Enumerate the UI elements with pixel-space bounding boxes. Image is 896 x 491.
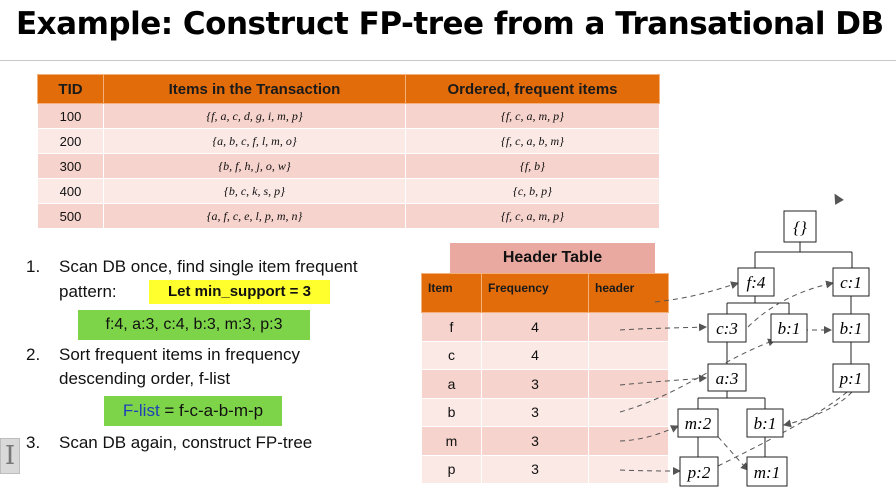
tree-node: m:1	[746, 456, 788, 487]
node-label: {}	[793, 218, 807, 237]
node-label: b:1	[778, 319, 801, 338]
tree-node: p:2	[679, 456, 719, 487]
link-b1-b1-lower	[783, 391, 853, 428]
node-label: b:1	[754, 414, 777, 433]
fp-tree-diagram: {} f:4 c:1 c:3 b:1 b:1 a:3 p:1 m:2 b:1 p…	[619, 210, 870, 487]
link-header-a	[619, 374, 707, 386]
tree-node: a:3	[707, 363, 747, 392]
tree-node: b:1	[770, 313, 808, 343]
tree-node: c:1	[832, 267, 870, 297]
tree-node: b:1	[832, 313, 870, 343]
node-label: c:1	[840, 273, 862, 292]
node-label: b:1	[840, 319, 863, 338]
tree-node: p:1	[832, 363, 870, 393]
link-p2-p1	[717, 383, 857, 467]
node-label: f:4	[747, 273, 766, 292]
link-header-c	[619, 323, 707, 332]
node-label: c:3	[716, 319, 738, 338]
link-header-m	[619, 425, 679, 442]
node-label: m:1	[754, 463, 780, 482]
node-label: m:2	[685, 414, 712, 433]
tree-node: f:4	[737, 267, 775, 297]
tree-node: b:1	[746, 408, 784, 438]
node-label: a:3	[716, 369, 739, 388]
node-label: p:1	[839, 369, 863, 388]
tree-node: m:2	[677, 408, 719, 438]
node-label: p:2	[687, 463, 711, 482]
link-header-p	[619, 466, 681, 475]
tree-node-root: {}	[783, 210, 817, 243]
link-header-f	[654, 281, 739, 303]
tree-node: c:3	[707, 313, 747, 343]
